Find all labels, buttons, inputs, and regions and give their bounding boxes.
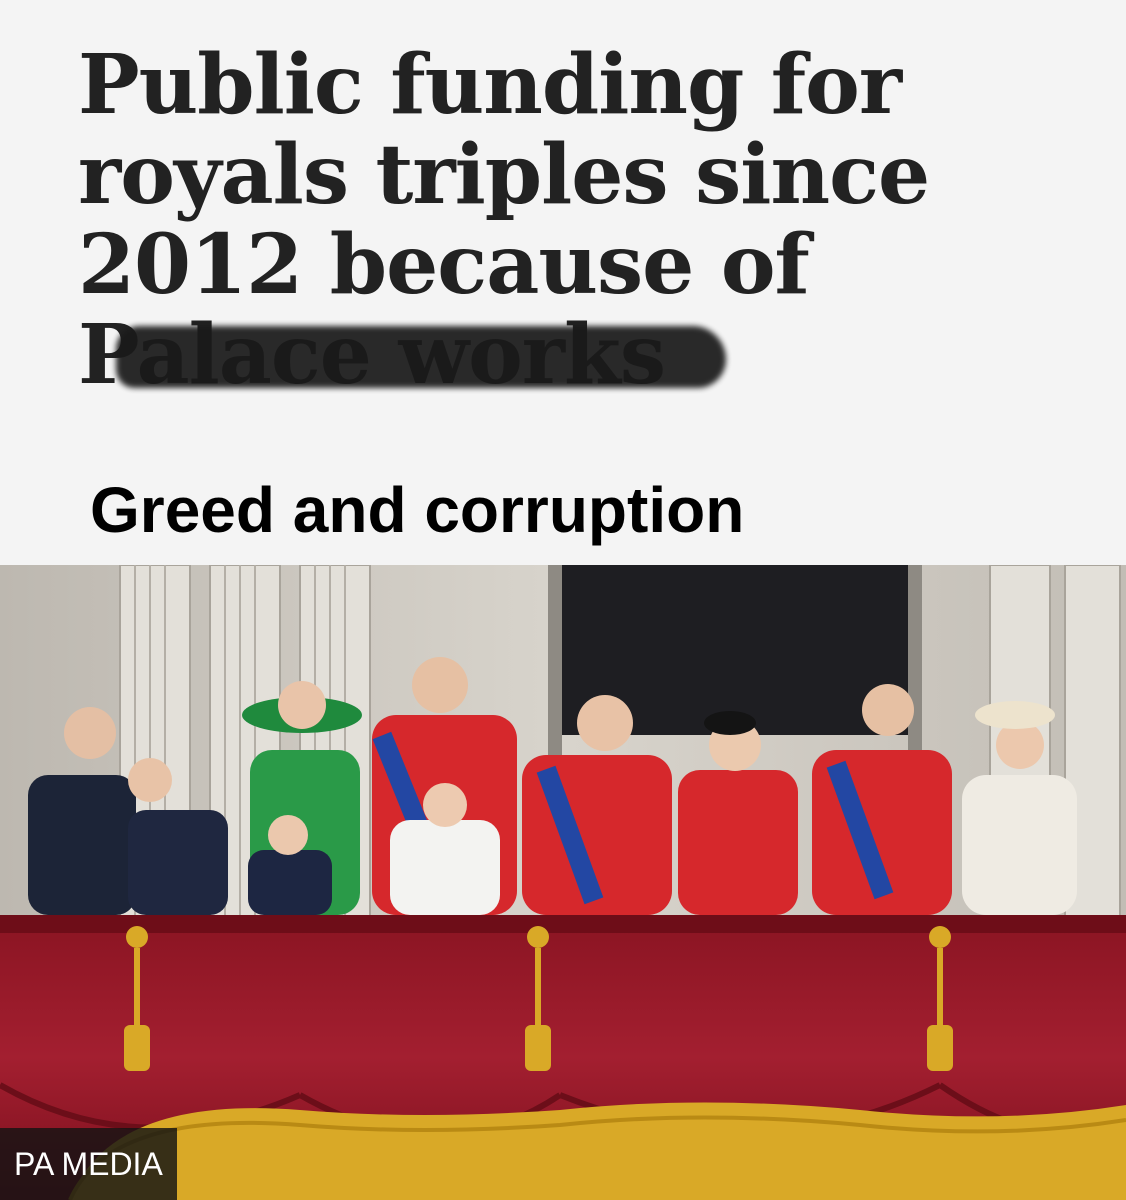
redacted-phrase: Palace works xyxy=(78,310,726,400)
photo-credit: PA MEDIA xyxy=(0,1128,177,1200)
headline-line-1: Public funding for xyxy=(78,37,902,133)
news-photo: PA MEDIA xyxy=(0,565,1126,1200)
headline-area: Public funding for royals triples since … xyxy=(0,0,1126,565)
headline-line-3: 2012 because of xyxy=(78,217,810,313)
headline-line-2: royals triples since xyxy=(78,127,930,223)
gold-fringe xyxy=(68,1102,1126,1200)
balcony-photo-illustration xyxy=(0,565,1126,1200)
headline-line-4: Palace works xyxy=(78,310,1078,400)
article-headline: Public funding for royals triples since … xyxy=(78,40,1078,400)
scribble-redaction-mark xyxy=(116,326,726,388)
overlay-caption: Greed and corruption xyxy=(90,474,745,546)
